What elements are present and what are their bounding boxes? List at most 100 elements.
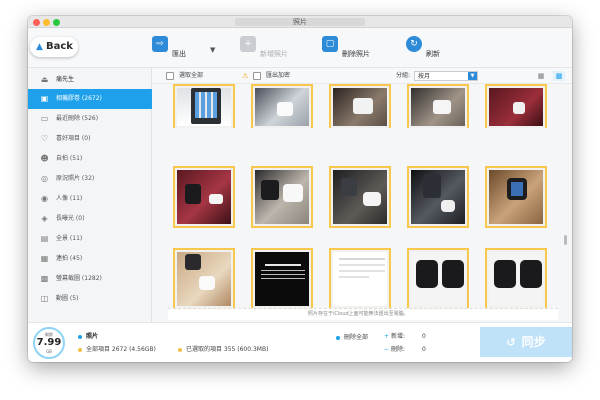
warning-icon: ⚠ — [242, 72, 249, 80]
sidebar-item-label: 連拍 (45) — [56, 255, 83, 262]
delete-photo-button[interactable]: ▢ 刪除照片 — [322, 36, 386, 58]
photo-thumbnail[interactable] — [407, 248, 469, 310]
sidebar-item-label: 人像 (11) — [56, 195, 83, 202]
export-encrypt-label: 匯出加密 — [266, 72, 291, 79]
storage-gauge: 剩餘 7.99 GB — [33, 327, 65, 359]
photo-content — [177, 170, 231, 224]
photo-thumbnail[interactable] — [485, 84, 547, 128]
photo-content — [333, 88, 387, 126]
photo-content — [333, 252, 387, 306]
sync-button[interactable]: ↺ 同步 — [480, 327, 572, 357]
sidebar-item-recently-deleted[interactable]: ▭ 最近刪除 (526) — [28, 109, 152, 129]
delete-photo-label: 刪除照片 — [342, 50, 370, 58]
burst-icon: ▦ — [40, 254, 49, 263]
photo-content — [489, 170, 543, 224]
sidebar-item-selfies[interactable]: ☻ 自拍 (51) — [28, 149, 152, 169]
group-by-value: 按月 — [418, 73, 431, 80]
photo-thumbnail[interactable] — [329, 84, 391, 128]
photo-thumbnail[interactable] — [329, 166, 391, 228]
photo-thumbnail[interactable] — [251, 166, 313, 228]
grid-view-icon[interactable]: ▩ — [553, 71, 565, 81]
add-photo-icon: + — [240, 36, 256, 52]
photo-content — [177, 252, 231, 306]
photo-content — [489, 252, 543, 306]
delete-all-label[interactable]: 刪除全部 — [344, 334, 368, 342]
photo-thumbnail[interactable] — [251, 84, 313, 128]
sidebar-item-label: 長曝光 (0) — [56, 215, 85, 222]
group-by-select[interactable]: 按月 ▼ — [414, 71, 478, 81]
photo-thumbnail[interactable] — [173, 248, 235, 310]
photo-content — [177, 88, 231, 126]
photo-thumbnail[interactable] — [407, 84, 469, 128]
delete-photo-icon: ▢ — [322, 36, 338, 52]
back-arrow-icon: ▲ — [36, 42, 43, 52]
photo-content — [255, 88, 309, 126]
photo-content — [255, 170, 309, 224]
grid-scrollbar[interactable] — [564, 235, 567, 245]
sidebar-item-portrait[interactable]: ◉ 人像 (11) — [28, 189, 152, 209]
sidebar-item-panorama[interactable]: ▤ 全景 (11) — [28, 229, 152, 249]
photo-content — [411, 170, 465, 224]
sidebar-item-long-exposure[interactable]: ◈ 長曝光 (0) — [28, 209, 152, 229]
all-items-text: 全部項目 2672 (4.56GB) — [86, 346, 156, 353]
add-photo-button[interactable]: + 新增照片 — [240, 36, 304, 58]
delete-all-dot — [336, 336, 340, 340]
sidebar-item-label: 螢幕截圖 (1282) — [56, 275, 102, 282]
eject-icon: ⏏ — [40, 75, 49, 84]
photo-content — [489, 88, 543, 126]
category-dot — [78, 335, 82, 339]
refresh-button[interactable]: ↻ 刷新 — [406, 36, 454, 58]
select-all-checkbox[interactable] — [166, 72, 174, 80]
sidebar-item-label: 自拍 (51) — [56, 155, 83, 162]
added-value: 0 — [422, 333, 426, 340]
photo-thumbnail[interactable] — [407, 166, 469, 228]
deleted-minus-icon: − — [384, 346, 390, 353]
deleted-label: 刪除: — [391, 346, 406, 353]
export-icon: ⇨ — [152, 36, 168, 52]
sidebar-item-screenshots[interactable]: ▩ 螢幕截圖 (1282) — [28, 269, 152, 289]
photo-thumbnail[interactable] — [485, 166, 547, 228]
sidebar-item-label: 相機膠卷 (2672) — [56, 95, 102, 102]
photo-thumbnail[interactable] — [485, 248, 547, 310]
sidebar-item-live-photos[interactable]: ◎ 原況照片 (32) — [28, 169, 152, 189]
sidebar-item-favorites[interactable]: ♡ 喜好項目 (0) — [28, 129, 152, 149]
selected-items-text: 已選取的項目 355 (600.3MB) — [186, 346, 269, 353]
selected-items-dot — [178, 348, 182, 352]
screenshot-icon: ▩ — [40, 274, 49, 283]
sort-label: 分組: — [396, 72, 411, 79]
heart-icon: ♡ — [40, 134, 49, 143]
icloud-note-bar: 照片存在于iCloud上面可能無法匯出至電腦。 — [168, 308, 558, 320]
export-encrypt-checkbox[interactable] — [253, 72, 261, 80]
sidebar-item-animated[interactable]: ◫ 動圖 (5) — [28, 289, 152, 309]
refresh-icon: ↻ — [406, 36, 422, 52]
sidebar-item-camera-roll[interactable]: ▣ 相機膠卷 (2672) — [28, 89, 152, 109]
sidebar-item-label: 原況照片 (32) — [56, 175, 95, 182]
export-dropdown-icon[interactable]: ▼ — [210, 46, 215, 54]
photo-thumbnail[interactable] — [173, 166, 235, 228]
export-button[interactable]: ⇨ 匯出 — [152, 36, 212, 58]
photo-thumbnail[interactable] — [173, 84, 235, 128]
toolbar: ▲ Back ⇨ 匯出 ▼ + 新增照片 ▢ 刪除照片 ↻ 刷新 — [28, 28, 572, 68]
long-exposure-icon: ◈ — [41, 214, 48, 223]
category-label: 照片 — [86, 333, 99, 340]
photo-thumbnail[interactable] — [251, 248, 313, 310]
portrait-icon: ◉ — [41, 194, 48, 203]
selfie-icon: ☻ — [40, 154, 49, 163]
sidebar-device[interactable]: ⏏ 痛先生 — [28, 70, 152, 90]
refresh-label: 刷新 — [426, 50, 440, 58]
back-button[interactable]: ▲ Back — [30, 37, 78, 57]
sidebar: ⏏ 痛先生 ▣ 相機膠卷 (2672) ▭ 最近刪除 (526) ♡ 喜好項目 … — [28, 68, 152, 322]
sidebar-item-burst[interactable]: ▦ 連拍 (45) — [28, 249, 152, 269]
photo-content — [333, 170, 387, 224]
deleted-value: 0 — [422, 346, 426, 353]
photo-thumbnail[interactable] — [329, 248, 391, 310]
photo-content — [255, 252, 309, 306]
title-bar: 照片 — [28, 16, 572, 28]
select-all-label: 選取全部 — [179, 72, 204, 79]
sidebar-item-label: 動圖 (5) — [56, 295, 79, 302]
export-label: 匯出 — [172, 50, 186, 58]
gauge-unit: GB — [46, 349, 52, 354]
icloud-note: 照片存在于iCloud上面可能無法匯出至電腦。 — [308, 311, 409, 317]
add-photo-label: 新增照片 — [260, 50, 288, 58]
list-view-icon[interactable]: ▦ — [535, 71, 547, 81]
